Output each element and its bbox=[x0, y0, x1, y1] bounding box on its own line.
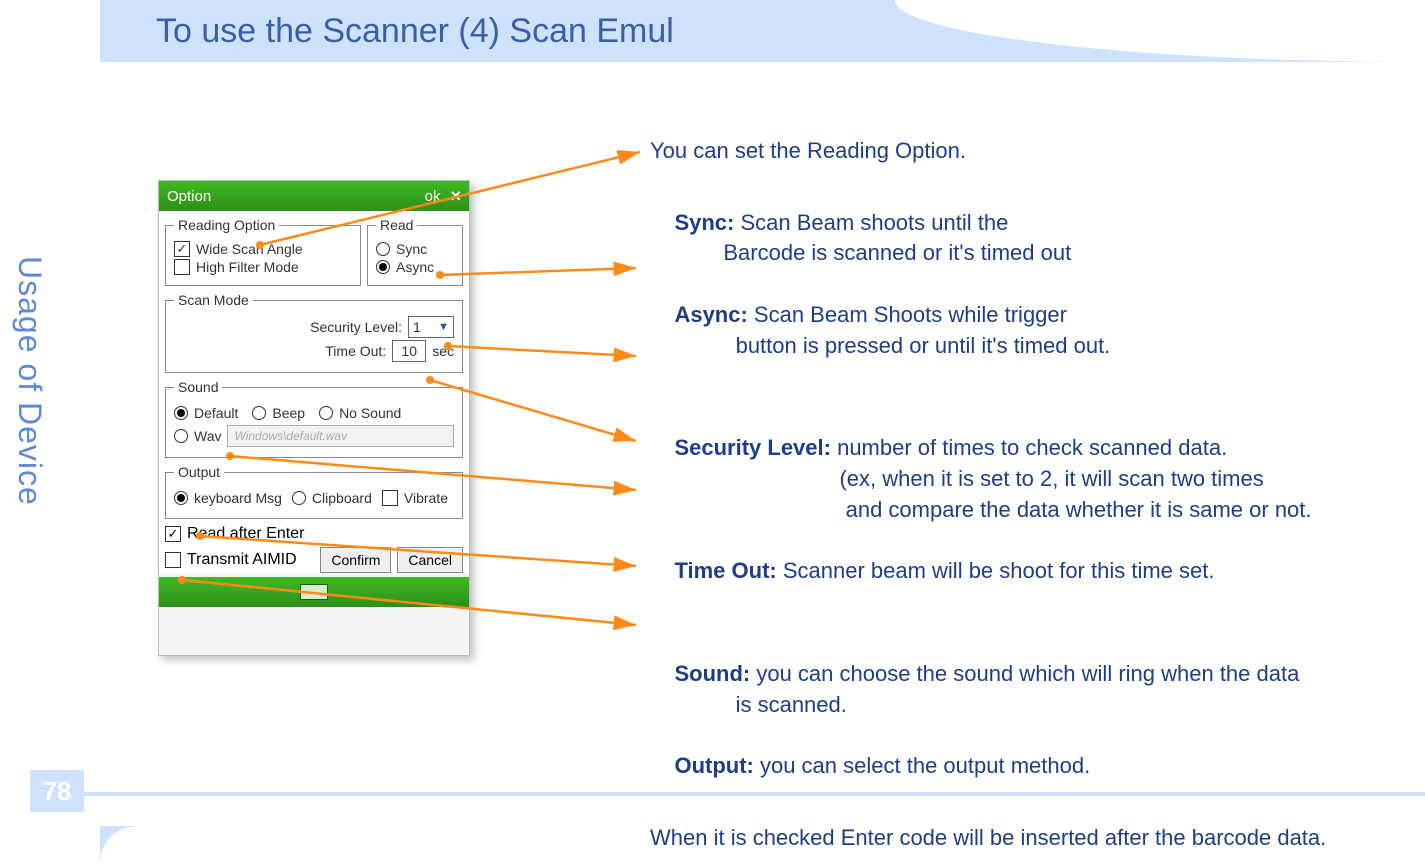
combo-security-level[interactable]: 1 ▼ bbox=[408, 316, 454, 338]
window-title: Option bbox=[167, 188, 211, 205]
timeout-value: 10 bbox=[401, 343, 417, 359]
radio-sync[interactable] bbox=[376, 242, 390, 256]
expl-output-text: you can select the output method. bbox=[754, 753, 1090, 778]
group-reading-option: Reading Option Wide Scan Angle High Filt… bbox=[165, 217, 361, 286]
radio-async[interactable] bbox=[376, 260, 390, 274]
keyboard-icon[interactable] bbox=[300, 584, 328, 600]
legend-reading-option: Reading Option bbox=[174, 217, 279, 233]
header-curve-right bbox=[895, 0, 1425, 62]
radio-sound-wav[interactable] bbox=[174, 429, 188, 443]
checkbox-high-filter-mode[interactable] bbox=[174, 259, 190, 275]
label-output-keyboard: keyboard Msg bbox=[194, 490, 282, 506]
chevron-down-icon: ▼ bbox=[438, 321, 449, 333]
legend-read: Read bbox=[376, 217, 417, 233]
expl-enter-text: When it is checked Enter code will be in… bbox=[650, 825, 1326, 850]
timeout-unit: sec bbox=[432, 343, 454, 359]
checkbox-read-after-enter[interactable] bbox=[165, 526, 181, 542]
group-scan-mode: Scan Mode Security Level: 1 ▼ Time Out: … bbox=[165, 292, 463, 373]
page-title: To use the Scanner (4) Scan Emul bbox=[156, 12, 674, 51]
expl-output-label: Output: bbox=[674, 753, 753, 778]
label-sound-none: No Sound bbox=[339, 405, 401, 421]
label-transmit-aimid: Transmit AIMID bbox=[187, 551, 297, 569]
expl-security-label: Security Level: bbox=[674, 435, 831, 460]
radio-sound-beep[interactable] bbox=[252, 406, 266, 420]
window-titlebar[interactable]: Option ok × bbox=[159, 181, 469, 211]
cancel-button[interactable]: Cancel bbox=[397, 547, 463, 573]
expl-async-label: Async: bbox=[674, 302, 747, 327]
group-output: Output keyboard Msg Clipboard Vibrate bbox=[165, 464, 463, 519]
label-high-filter-mode: High Filter Mode bbox=[196, 259, 299, 275]
header-curve-left bbox=[100, 826, 136, 862]
label-sound-default: Default bbox=[194, 405, 238, 421]
security-level-value: 1 bbox=[413, 319, 421, 335]
label-security-level: Security Level: bbox=[310, 319, 402, 335]
group-read: Read Sync Async bbox=[367, 217, 463, 286]
legend-output: Output bbox=[174, 464, 224, 480]
radio-output-clipboard[interactable] bbox=[292, 491, 306, 505]
label-wide-scan-angle: Wide Scan Angle bbox=[196, 241, 303, 257]
expl-timeout-label: Time Out: bbox=[674, 558, 776, 583]
page-number: 78 bbox=[30, 770, 84, 812]
close-icon[interactable]: × bbox=[450, 186, 461, 207]
label-vibrate: Vibrate bbox=[404, 490, 448, 506]
legend-sound: Sound bbox=[174, 379, 222, 395]
checkbox-vibrate[interactable] bbox=[382, 490, 398, 506]
expl-reading-option: You can set the Reading Option. bbox=[650, 138, 966, 163]
device-screenshot: Option ok × Reading Option Wide Scan Ang… bbox=[158, 180, 470, 656]
label-sound-wav: Wav bbox=[194, 428, 221, 444]
radio-sound-none[interactable] bbox=[319, 406, 333, 420]
page-header: To use the Scanner (4) Scan Emul bbox=[100, 0, 1425, 62]
label-timeout: Time Out: bbox=[325, 343, 386, 359]
radio-output-keyboard[interactable] bbox=[174, 491, 188, 505]
label-sync: Sync bbox=[396, 241, 427, 257]
device-softkey-bar bbox=[159, 577, 469, 607]
confirm-button[interactable]: Confirm bbox=[320, 547, 391, 573]
window-body: Reading Option Wide Scan Angle High Filt… bbox=[159, 211, 469, 573]
expl-sound-label: Sound: bbox=[674, 661, 750, 686]
sidebar-label: Usage of Device bbox=[11, 256, 48, 506]
label-sound-beep: Beep bbox=[272, 405, 305, 421]
label-output-clipboard: Clipboard bbox=[312, 490, 372, 506]
checkbox-wide-scan-angle[interactable] bbox=[174, 241, 190, 257]
label-read-after-enter: Read after Enter bbox=[187, 525, 304, 543]
radio-sound-default[interactable] bbox=[174, 406, 188, 420]
input-timeout[interactable]: 10 bbox=[392, 340, 426, 362]
label-async: Async bbox=[396, 259, 434, 275]
checkbox-transmit-aimid[interactable] bbox=[165, 552, 181, 568]
expl-sync-label: Sync: bbox=[674, 210, 734, 235]
legend-scan-mode: Scan Mode bbox=[174, 292, 253, 308]
group-sound: Sound Default Beep No Sound Wav Windows\… bbox=[165, 379, 463, 458]
explanations: You can set the Reading Option. Sync: Sc… bbox=[650, 136, 1417, 864]
left-rail: Usage of Device 78 bbox=[0, 0, 100, 826]
input-wav-path[interactable]: Windows\default.wav bbox=[227, 425, 454, 447]
ok-button[interactable]: ok bbox=[425, 188, 441, 205]
expl-timeout-text: Scanner beam will be shoot for this time… bbox=[777, 558, 1215, 583]
